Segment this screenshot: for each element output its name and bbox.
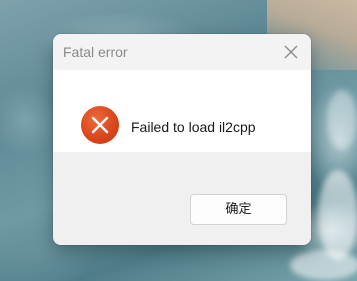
error-icon (81, 106, 119, 144)
ok-button[interactable]: 确定 (190, 194, 287, 225)
dialog-footer: 确定 (53, 152, 311, 245)
wallpaper-foam (318, 170, 357, 260)
dialog-title: Fatal error (63, 44, 128, 60)
wallpaper-foam (290, 250, 357, 280)
fatal-error-dialog: Fatal error 确定 (53, 34, 311, 245)
error-message: Failed to load il2cpp (131, 119, 256, 135)
dialog-content (53, 70, 311, 152)
close-button[interactable] (283, 44, 299, 60)
wallpaper-foam (327, 90, 357, 150)
dialog-titlebar: Fatal error (53, 34, 311, 70)
close-icon (284, 45, 298, 59)
